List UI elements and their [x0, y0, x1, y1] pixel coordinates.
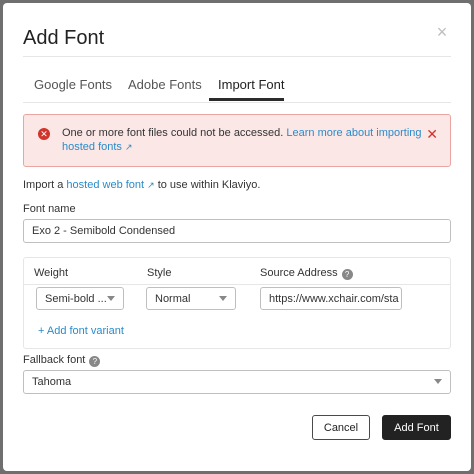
intro-prefix: Import a — [23, 179, 64, 191]
fallback-font-select[interactable]: Tahoma — [23, 370, 451, 394]
weight-column-header: Weight — [34, 267, 69, 279]
chevron-down-icon — [219, 295, 227, 301]
cancel-button[interactable]: Cancel — [312, 415, 370, 440]
fallback-font-label: Fallback font? — [23, 354, 101, 367]
alert-close-icon[interactable]: ✕ — [426, 127, 438, 141]
fallback-label-text: Fallback font — [23, 354, 86, 366]
close-icon[interactable]: × — [435, 23, 449, 41]
external-link-icon: ↗ — [124, 142, 133, 152]
error-circle-icon: ✕ — [38, 128, 50, 140]
tab-google-fonts[interactable]: Google Fonts — [34, 77, 112, 92]
source-column-header: Source Address? — [260, 267, 353, 280]
alert-message: One or more font files could not be acce… — [62, 127, 284, 139]
active-tab-indicator — [209, 98, 284, 101]
dialog-title: Add Font — [23, 27, 105, 49]
variant-header-divider — [24, 284, 450, 285]
source-header-label: Source Address — [260, 267, 338, 279]
add-font-variant-link[interactable]: + Add font variant — [38, 325, 124, 337]
tab-adobe-fonts[interactable]: Adobe Fonts — [128, 77, 202, 92]
hosted-web-font-link[interactable]: hosted web font — [66, 179, 144, 191]
help-icon[interactable]: ? — [341, 269, 353, 280]
fallback-value: Tahoma — [32, 376, 72, 388]
chevron-down-icon — [434, 379, 442, 384]
tab-import-font[interactable]: Import Font — [218, 77, 284, 92]
add-font-dialog: Add Font × Google Fonts Adobe Fonts Impo… — [3, 3, 471, 471]
help-icon[interactable]: ? — [89, 356, 101, 367]
tab-bar: Google Fonts Adobe Fonts Import Font — [23, 67, 451, 103]
weight-value: Semi-bold ... — [45, 292, 107, 305]
font-name-label: Font name — [23, 203, 76, 215]
import-intro: Import a hosted web font ↗ to use within … — [23, 179, 260, 191]
style-column-header: Style — [147, 267, 172, 279]
alert-learn-more-link[interactable]: Learn more about importing — [286, 127, 421, 139]
font-name-input[interactable]: Exo 2 - Semibold Condensed — [23, 219, 451, 243]
source-address-input[interactable]: https://www.xchair.com/sta — [260, 287, 402, 310]
external-link-icon: ↗ — [147, 180, 155, 190]
error-alert: ✕ One or more font files could not be ac… — [23, 114, 451, 167]
alert-hosted-fonts-link[interactable]: hosted fonts — [62, 141, 122, 153]
weight-select[interactable]: Semi-bold ... — [36, 287, 124, 310]
style-value: Normal — [155, 292, 191, 305]
alert-text: One or more font files could not be acce… — [62, 126, 422, 154]
style-select[interactable]: Normal — [146, 287, 236, 310]
add-font-button[interactable]: Add Font — [382, 415, 451, 440]
intro-suffix: to use within Klaviyo. — [157, 179, 261, 191]
chevron-down-icon — [107, 295, 115, 301]
header-divider — [23, 56, 451, 57]
